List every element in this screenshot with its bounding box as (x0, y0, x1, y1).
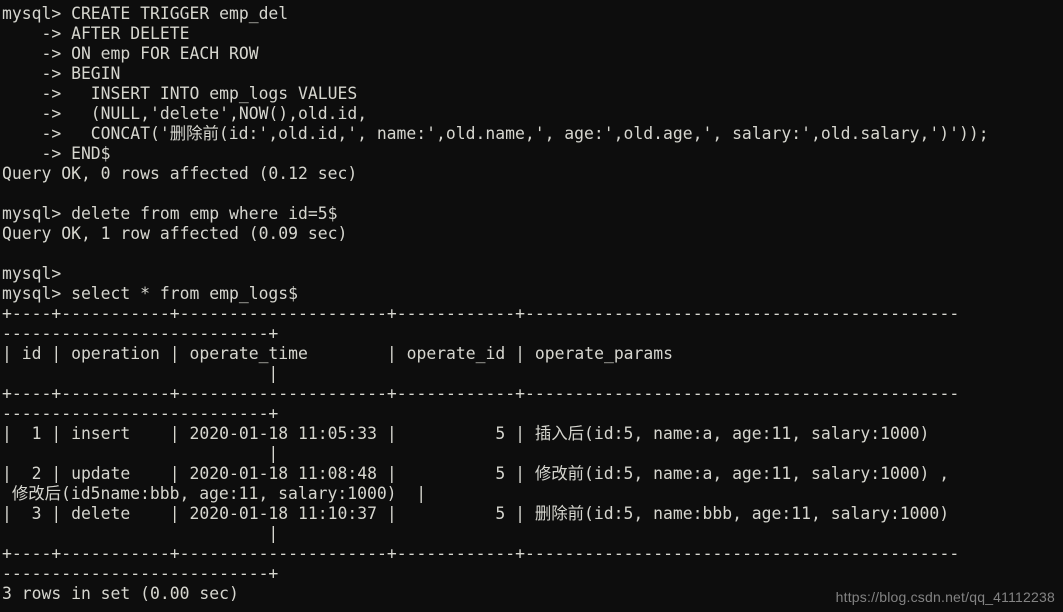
terminal-line: +----+-----------+---------------------+… (2, 544, 960, 563)
terminal-line: ---------------------------+ (2, 324, 279, 343)
terminal-line: mysql> CREATE TRIGGER emp_del (2, 4, 289, 23)
terminal-line: +----+-----------+---------------------+… (2, 304, 960, 323)
terminal-line: Query OK, 1 row affected (0.09 sec) (2, 224, 348, 243)
terminal-line: | (2, 524, 279, 543)
terminal-line: mysql> select * from emp_logs$ (2, 284, 299, 303)
terminal-line: mysql> delete from emp where id=5$ (2, 204, 338, 223)
terminal-line: | 1 | insert | 2020-01-18 11:05:33 | 5 |… (2, 424, 930, 443)
terminal-line: | id | operation | operate_time | operat… (2, 344, 674, 363)
terminal-line: -> (NULL,'delete',NOW(),old.id, (2, 104, 368, 123)
terminal-line: -> CONCAT('删除前(id:',old.id,', name:',old… (2, 124, 989, 143)
terminal-line: mysql> (2, 264, 62, 283)
terminal-line: -> BEGIN (2, 64, 121, 83)
terminal-line: +----+-----------+---------------------+… (2, 384, 960, 403)
watermark-url: https://blog.csdn.net/qq_41112238 (835, 589, 1055, 605)
terminal-line: -> INSERT INTO emp_logs VALUES (2, 84, 358, 103)
terminal-line: ---------------------------+ (2, 404, 279, 423)
terminal-line: | (2, 364, 279, 383)
terminal-line: | 3 | delete | 2020-01-18 11:10:37 | 5 |… (2, 504, 950, 523)
terminal-line: Query OK, 0 rows affected (0.12 sec) (2, 164, 358, 183)
terminal-line: ---------------------------+ (2, 564, 279, 583)
terminal-line: -> END$ (2, 144, 111, 163)
terminal-line: -> ON emp FOR EACH ROW (2, 44, 259, 63)
terminal-line: 修改后(id5name:bbb, age:11, salary:1000) | (2, 484, 427, 503)
terminal-line: | (2, 444, 279, 463)
terminal-line: -> AFTER DELETE (2, 24, 190, 43)
terminal-line: | 2 | update | 2020-01-18 11:08:48 | 5 |… (2, 464, 950, 483)
terminal-output[interactable]: mysql> CREATE TRIGGER emp_del -> AFTER D… (0, 0, 1063, 612)
